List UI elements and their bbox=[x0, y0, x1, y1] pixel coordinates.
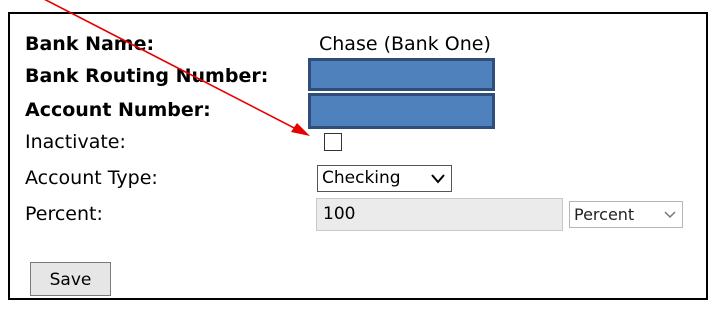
percent-input[interactable]: 100 bbox=[316, 198, 563, 231]
chevron-down-icon bbox=[664, 211, 676, 219]
routing-number-redaction bbox=[308, 58, 495, 91]
percent-label: Percent: bbox=[25, 203, 103, 225]
percent-input-value: 100 bbox=[323, 204, 356, 224]
account-number-redaction bbox=[308, 93, 495, 129]
bank-name-label: Bank Name: bbox=[25, 33, 155, 55]
inactivate-checkbox[interactable] bbox=[324, 133, 342, 151]
save-button[interactable]: Save bbox=[30, 262, 111, 296]
account-type-label: Account Type: bbox=[25, 167, 158, 189]
percent-unit-select[interactable]: Percent bbox=[569, 201, 683, 228]
inactivate-label: Inactivate: bbox=[25, 131, 126, 153]
account-type-select[interactable]: Checking bbox=[317, 165, 452, 192]
account-number-label: Account Number: bbox=[25, 99, 211, 121]
account-type-value: Checking bbox=[322, 168, 401, 188]
chevron-down-icon bbox=[431, 174, 445, 184]
routing-number-label: Bank Routing Number: bbox=[25, 65, 269, 87]
bank-name-value: Chase (Bank One) bbox=[319, 33, 491, 55]
percent-unit-value: Percent bbox=[574, 205, 635, 224]
